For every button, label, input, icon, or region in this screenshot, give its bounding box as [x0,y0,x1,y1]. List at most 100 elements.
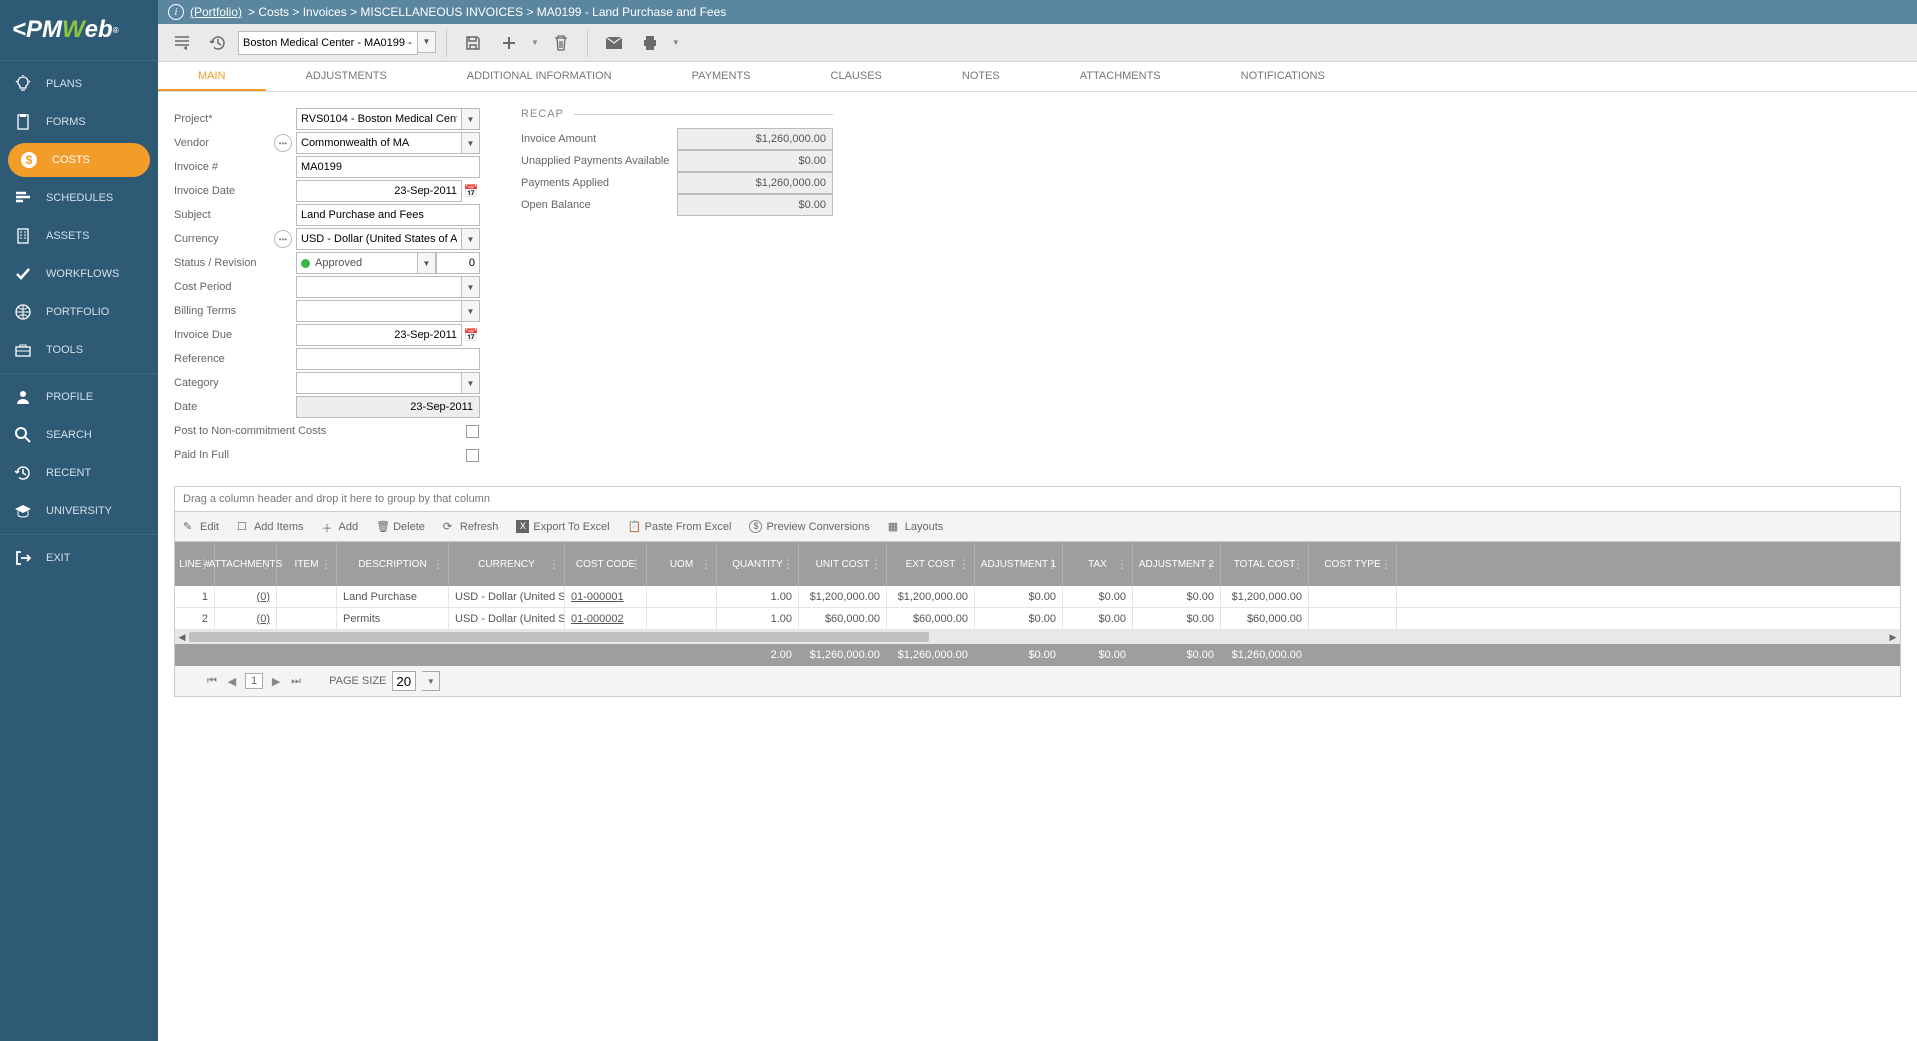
sidebar-item-search[interactable]: SEARCH [0,416,158,454]
status-input[interactable]: Approved [296,252,418,274]
column-menu-icon[interactable]: ⋮ [782,557,794,571]
scroll-thumb[interactable] [189,632,929,642]
grid-header-cell[interactable]: COST TYPE⋮ [1309,542,1397,586]
save-icon[interactable] [457,27,489,59]
table-row[interactable]: 2(0)PermitsUSD - Dollar (United Sta01-00… [175,608,1900,630]
grid-add-items-button[interactable]: ☐Add Items [237,520,304,533]
pager-next-icon[interactable]: ▶ [269,675,283,688]
grid-paste-button[interactable]: 📋Paste From Excel [628,520,732,533]
record-select[interactable] [238,31,418,55]
paid-checkbox[interactable] [466,449,479,462]
status-dropdown[interactable]: ▼ [418,252,436,274]
list-settings-icon[interactable] [166,27,198,59]
page-size-input[interactable] [392,671,416,691]
grid-layouts-button[interactable]: ▦Layouts [888,520,944,533]
grid-add-button[interactable]: ＋Add [322,520,359,533]
project-input[interactable] [296,108,462,130]
history-icon[interactable] [202,27,234,59]
grid-header-cell[interactable]: ITEM⋮ [277,542,337,586]
currency-more-icon[interactable]: ••• [274,230,292,248]
grid-delete-button[interactable]: 🗑Delete [376,520,425,533]
column-menu-icon[interactable]: ⋮ [958,557,970,571]
tab-clauses[interactable]: CLAUSES [791,62,922,91]
grid-group-hint[interactable]: Drag a column header and drop it here to… [175,487,1900,512]
pager-prev-icon[interactable]: ◀ [225,675,239,688]
grid-hscroll[interactable]: ◀ ▶ [175,630,1900,644]
sidebar-item-forms[interactable]: FORMS [0,103,158,141]
tab-additional-information[interactable]: ADDITIONAL INFORMATION [427,62,652,91]
cost-period-input[interactable] [296,276,462,298]
billing-terms-input[interactable] [296,300,462,322]
grid-header-cell[interactable]: COST CODE⋮ [565,542,647,586]
tab-notes[interactable]: NOTES [922,62,1040,91]
post-checkbox[interactable] [466,425,479,438]
sidebar-item-university[interactable]: UNIVERSITY [0,492,158,530]
grid-header-cell[interactable]: ADJUSTMENT 2⋮ [1133,542,1221,586]
grid-header-cell[interactable]: QUANTITY⋮ [717,542,799,586]
tab-adjustments[interactable]: ADJUSTMENTS [266,62,427,91]
costcode-link[interactable]: 01-000001 [571,591,624,603]
column-menu-icon[interactable]: ⋮ [1116,557,1128,571]
grid-header-cell[interactable]: TOTAL COST⋮ [1221,542,1309,586]
column-menu-icon[interactable]: ⋮ [432,557,444,571]
sidebar-item-costs[interactable]: $COSTS [8,143,150,177]
grid-header-cell[interactable]: CURRENCY⋮ [449,542,565,586]
revision-input[interactable] [436,252,480,274]
sidebar-item-plans[interactable]: PLANS [0,65,158,103]
email-icon[interactable] [598,27,630,59]
sidebar-item-portfolio[interactable]: PORTFOLIO [0,293,158,331]
grid-header-cell[interactable]: ADJUSTMENT 1⋮ [975,542,1063,586]
currency-input[interactable] [296,228,462,250]
category-dropdown[interactable]: ▼ [462,372,480,394]
grid-preview-button[interactable]: $Preview Conversions [749,520,869,533]
tab-payments[interactable]: PAYMENTS [652,62,791,91]
category-input[interactable] [296,372,462,394]
subject-input[interactable] [296,204,480,226]
tab-main[interactable]: MAIN [158,62,266,91]
column-menu-icon[interactable]: ⋮ [1292,557,1304,571]
attachment-link[interactable]: (0) [257,613,270,625]
pager-first-icon[interactable]: ⏮ [205,675,219,688]
grid-header-cell[interactable]: TAX⋮ [1063,542,1133,586]
column-menu-icon[interactable]: ⋮ [700,557,712,571]
column-menu-icon[interactable]: ⋮ [548,557,560,571]
invoice-due-input[interactable] [296,324,462,346]
sidebar-item-workflows[interactable]: WORKFLOWS [0,255,158,293]
info-icon[interactable]: i [168,4,184,20]
page-size-dropdown[interactable]: ▼ [422,671,440,691]
grid-header-cell[interactable]: UNIT COST⋮ [799,542,887,586]
column-menu-icon[interactable]: ⋮ [260,557,272,571]
project-dropdown[interactable]: ▼ [462,108,480,130]
record-select-dropdown[interactable]: ▼ [418,31,436,53]
print-icon[interactable] [634,27,666,59]
grid-header-cell[interactable]: EXT COST⋮ [887,542,975,586]
cost-period-dropdown[interactable]: ▼ [462,276,480,298]
pager-current[interactable]: 1 [245,673,263,689]
grid-export-button[interactable]: XExport To Excel [516,520,609,533]
grid-header-cell[interactable]: ATTACHMENTS⋮ [215,542,277,586]
sidebar-item-tools[interactable]: TOOLS [0,331,158,369]
scroll-right-icon[interactable]: ▶ [1886,632,1900,643]
currency-dropdown[interactable]: ▼ [462,228,480,250]
grid-header-cell[interactable]: DESCRIPTION⋮ [337,542,449,586]
add-dropdown[interactable]: ▼ [529,38,541,47]
invoice-due-calendar-icon[interactable]: 📅 [462,324,480,346]
column-menu-icon[interactable]: ⋮ [1046,557,1058,571]
sidebar-item-exit[interactable]: EXIT [0,539,158,577]
table-row[interactable]: 1(0)Land PurchaseUSD - Dollar (United St… [175,586,1900,608]
tab-notifications[interactable]: NOTIFICATIONS [1201,62,1365,91]
invoice-date-input[interactable] [296,180,462,202]
grid-refresh-button[interactable]: ⟳Refresh [443,520,499,533]
add-icon[interactable] [493,27,525,59]
sidebar-item-assets[interactable]: ASSETS [0,217,158,255]
invoice-num-input[interactable] [296,156,480,178]
sidebar-item-profile[interactable]: PROFILE [0,378,158,416]
column-menu-icon[interactable]: ⋮ [1204,557,1216,571]
vendor-more-icon[interactable]: ••• [274,134,292,152]
column-menu-icon[interactable]: ⋮ [870,557,882,571]
scroll-left-icon[interactable]: ◀ [175,632,189,643]
column-menu-icon[interactable]: ⋮ [320,557,332,571]
pager-last-icon[interactable]: ⏭ [289,675,303,688]
breadcrumb-portfolio[interactable]: (Portfolio) [190,5,242,19]
delete-icon[interactable] [545,27,577,59]
